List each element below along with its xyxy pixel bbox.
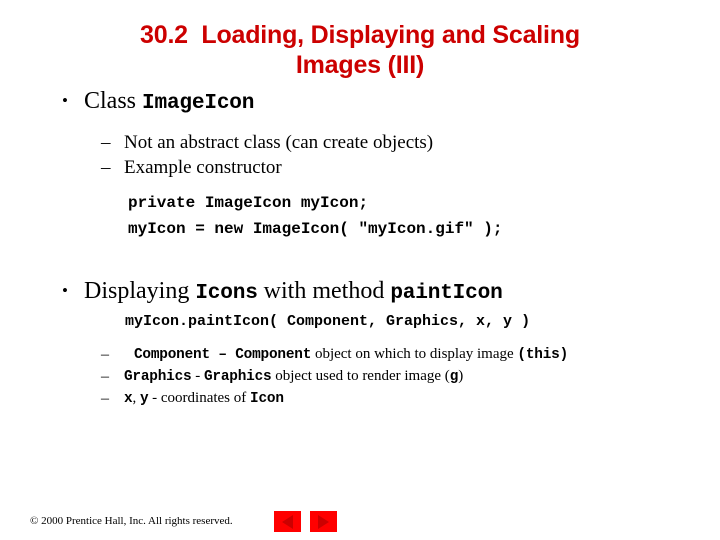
copyright-notice: © 2000 Prentice Hall, Inc. All rights re… [30, 515, 233, 527]
param-1-name: Component [134, 347, 210, 363]
sub-bullet-1-text: Not an abstract class (can create object… [124, 132, 434, 153]
bullet-2-code-icons: Icons [195, 281, 258, 305]
dash-marker-icon: – [101, 368, 109, 385]
param-1-sep: – [209, 347, 236, 363]
next-slide-button[interactable] [310, 511, 337, 532]
sub-bullet-not-abstract: – Not an abstract class (can create obje… [0, 130, 720, 155]
param-2-name: Graphics [124, 369, 192, 385]
sub-bullet-2-text: Example constructor [124, 157, 282, 178]
bullet-2-text-middle: with method [257, 278, 391, 304]
bullet-class-imageicon: • Class ImageIcon [0, 86, 720, 118]
param-3-type: Icon [250, 391, 284, 407]
param-3-desc: - coordinates of [148, 390, 251, 406]
bullet-2-text-before: Displaying [84, 278, 196, 304]
slide-body: • Class ImageIcon – Not an abstract clas… [0, 86, 720, 410]
method-signature: myIcon.paintIcon( Component, Graphics, x… [125, 313, 531, 330]
param-1-desc: object on which to display image [311, 346, 518, 362]
param-3-sep: , [132, 390, 140, 406]
slide-navigation [274, 511, 337, 532]
sub-bullet-example-constructor: – Example constructor [0, 155, 720, 180]
param-1-value: (this) [517, 347, 569, 363]
code-line-declaration: private ImageIcon myIcon; [128, 194, 369, 212]
param-x-y: – x, y - coordinates of Icon [0, 388, 720, 410]
param-2-type: Graphics [204, 369, 272, 385]
param-2-value: g [449, 369, 459, 385]
dash-marker-icon: – [101, 132, 111, 153]
bullet-1-code: ImageIcon [142, 91, 255, 115]
slide: 30.2 Loading, Displaying and Scaling Ima… [0, 0, 720, 540]
triangle-left-icon [282, 514, 293, 529]
param-2-desc-after: ) [458, 368, 464, 384]
dash-marker-icon: – [101, 390, 109, 407]
param-graphics: – Graphics - Graphics object used to ren… [0, 366, 720, 388]
param-component: – Component – Component object on which … [0, 344, 720, 366]
dash-marker-icon: – [101, 157, 111, 178]
code-line-instantiation: myIcon = new ImageIcon( "myIcon.gif" ); [128, 220, 503, 238]
slide-title: 30.2 Loading, Displaying and Scaling Ima… [60, 20, 660, 80]
slide-title-line-2: Images (III) [295, 51, 425, 79]
param-1-type: Component [235, 347, 312, 363]
bullet-2-code-painticon: paintIcon [390, 281, 503, 305]
dash-marker-icon: – [101, 346, 109, 363]
param-2-sep: - [191, 368, 204, 384]
bullet-1-text: Class [84, 88, 143, 114]
slide-title-line-1: 30.2 Loading, Displaying and Scaling [140, 21, 580, 49]
bullet-marker-icon: • [62, 91, 68, 110]
previous-slide-button[interactable] [274, 511, 301, 532]
bullet-marker-icon: • [62, 281, 68, 300]
bullet-displaying-icons: • Displaying Icons with method paintIcon [0, 276, 720, 308]
param-2-desc: object used to render image ( [271, 368, 450, 384]
triangle-right-icon [318, 514, 329, 529]
